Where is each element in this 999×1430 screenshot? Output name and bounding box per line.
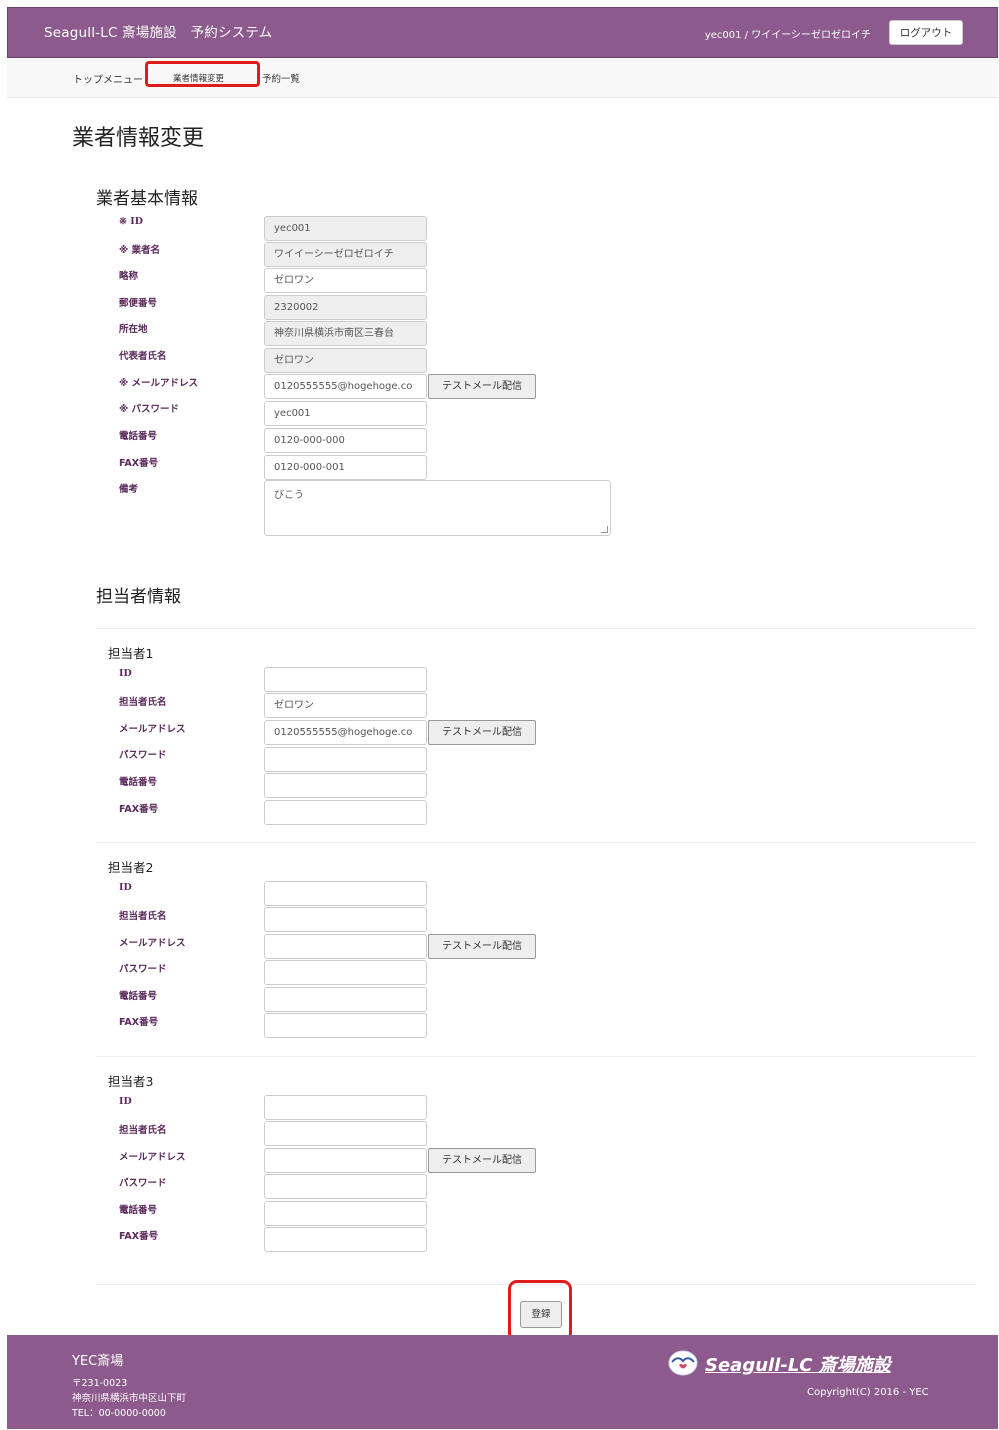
staff1-password-label: パスワード (119, 750, 167, 761)
staff3-id-label: ID (119, 1096, 132, 1107)
staff2-fax-label: FAX番号 (119, 1017, 159, 1028)
address-field[interactable]: 神奈川県横浜市南区三春台 (264, 321, 427, 346)
page-title: 業者情報変更 (72, 126, 205, 151)
staff2-name-field[interactable] (264, 907, 427, 932)
postal-code-label: 郵便番号 (119, 298, 158, 309)
vendor-fax-label: FAX番号 (119, 458, 159, 469)
vendor-test-mail-button[interactable]: テストメール配信 (428, 374, 536, 399)
resize-handle[interactable] (601, 526, 608, 533)
logout-button[interactable]: ログアウト (889, 20, 963, 45)
staff2-name-label: 担当者氏名 (119, 911, 167, 922)
staff3-fax-label: FAX番号 (119, 1231, 159, 1242)
staff1-id-label: ID (119, 668, 132, 679)
staff3-name-field[interactable] (264, 1121, 427, 1146)
staff2-email-field[interactable] (264, 934, 427, 959)
staff1-phone-field[interactable] (264, 773, 427, 798)
staff1-title: 担当者1 (108, 646, 154, 661)
page-footer: YEC斎場 〒231-0023 神奈川県横浜市中区山下町 TEL：00-0000… (7, 1335, 998, 1429)
staff2-fax-field[interactable] (264, 1013, 427, 1038)
staff2-id-field[interactable] (264, 881, 427, 906)
staff3-test-mail-button[interactable]: テストメール配信 (428, 1148, 536, 1173)
notes-value: びこう (274, 490, 304, 501)
staff1-email-field[interactable]: 0120555555@hogehoge.co (264, 720, 427, 745)
notes-label: 備考 (119, 484, 139, 495)
postal-code-field[interactable]: 2320002 (264, 295, 427, 320)
footer-address: 神奈川県横浜市中区山下町 (72, 1393, 187, 1404)
nav-reservation-list-link[interactable]: 予約一覧 (262, 71, 300, 85)
staff2-id-label: ID (119, 882, 132, 893)
staff3-email-label: メールアドレス (119, 1152, 186, 1163)
staff3-id-field[interactable] (264, 1095, 427, 1120)
staff1-email-label: メールアドレス (119, 724, 186, 735)
staff1-fax-label: FAX番号 (119, 804, 159, 815)
divider (96, 628, 976, 629)
vendor-email-label: ※ メールアドレス (119, 378, 199, 389)
register-button[interactable]: 登録 (520, 1301, 562, 1328)
vendor-fax-field[interactable]: 0120-000-001 (264, 455, 427, 480)
staff3-password-field[interactable] (264, 1174, 427, 1199)
footer-postal: 〒231-0023 (72, 1378, 128, 1389)
vendor-id-field[interactable]: yec001 (264, 216, 427, 241)
vendor-phone-label: 電話番号 (119, 431, 158, 442)
copyright: Copyright(C) 2016 - YEC (807, 1387, 929, 1398)
vendor-name-label: ※ 業者名 (119, 245, 161, 256)
vendor-id-label: ※ ID (119, 216, 143, 227)
footer-org-name: YEC斎場 (72, 1354, 124, 1369)
staff2-email-label: メールアドレス (119, 938, 186, 949)
short-name-field[interactable]: ゼロワン (264, 268, 427, 293)
staff1-name-label: 担当者氏名 (119, 697, 167, 708)
notes-textarea[interactable]: びこう (264, 480, 611, 536)
divider (96, 842, 976, 843)
vendor-section-title: 業者基本情報 (96, 189, 198, 209)
highlight-nav-box (145, 61, 260, 87)
staff2-phone-label: 電話番号 (119, 991, 158, 1002)
staff3-title: 担当者3 (108, 1074, 154, 1089)
staff3-phone-label: 電話番号 (119, 1205, 158, 1216)
staff1-test-mail-button[interactable]: テストメール配信 (428, 720, 536, 745)
nav-top-menu-link[interactable]: トップメニュー (73, 71, 143, 86)
staff1-id-field[interactable] (264, 667, 427, 692)
vendor-phone-field[interactable]: 0120-000-000 (264, 428, 427, 453)
vendor-password-label: ※ パスワード (119, 404, 180, 415)
staff2-password-label: パスワード (119, 964, 167, 975)
vendor-name-field[interactable]: ワイイーシーゼロゼロイチ (264, 242, 427, 267)
staff2-test-mail-button[interactable]: テストメール配信 (428, 934, 536, 959)
staff-section-title: 担当者情報 (96, 587, 181, 607)
staff3-name-label: 担当者氏名 (119, 1125, 167, 1136)
divider (96, 1056, 976, 1057)
staff1-name-field[interactable]: ゼロワン (264, 693, 427, 718)
staff2-phone-field[interactable] (264, 987, 427, 1012)
representative-label: 代表者氏名 (119, 351, 167, 362)
app-title: Seagull-LC 斎場施設 予約システム (44, 25, 273, 41)
representative-field[interactable]: ゼロワン (264, 348, 427, 373)
vendor-email-field[interactable]: 0120555555@hogehoge.co (264, 374, 427, 399)
address-label: 所在地 (119, 324, 148, 335)
vendor-password-field[interactable]: yec001 (264, 401, 427, 426)
staff2-title: 担当者2 (108, 860, 154, 875)
staff3-email-field[interactable] (264, 1148, 427, 1173)
staff1-fax-field[interactable] (264, 800, 427, 825)
app-header: Seagull-LC 斎場施設 予約システム yec001 / ワイイーシーゼロ… (7, 7, 998, 58)
user-label: yec001 / ワイイーシーゼロゼロイチ (704, 30, 871, 41)
staff3-password-label: パスワード (119, 1178, 167, 1189)
staff1-password-field[interactable] (264, 747, 427, 772)
footer-tel: TEL：00-0000-0000 (72, 1408, 166, 1419)
staff1-phone-label: 電話番号 (119, 777, 158, 788)
short-name-label: 略称 (119, 271, 139, 282)
seagull-logo-icon (668, 1350, 698, 1376)
staff2-password-field[interactable] (264, 960, 427, 985)
logo-text: Seagull-LC 斎場施設 (705, 1355, 891, 1376)
staff3-phone-field[interactable] (264, 1201, 427, 1226)
staff3-fax-field[interactable] (264, 1227, 427, 1252)
